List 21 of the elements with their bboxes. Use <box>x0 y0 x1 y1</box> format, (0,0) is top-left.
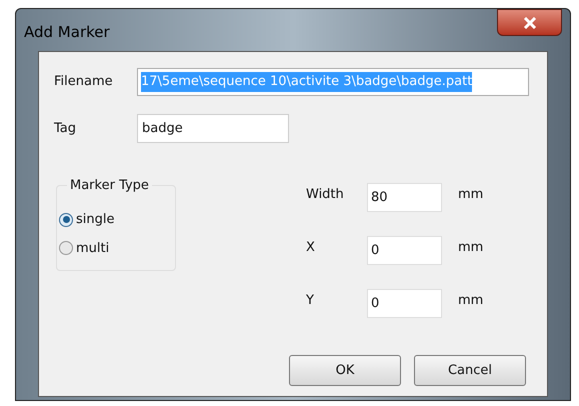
unit-label: mm <box>458 186 484 204</box>
number-field[interactable]: 0 <box>367 289 442 318</box>
number-field[interactable]: 80 <box>367 183 442 212</box>
field-label: Filename <box>54 73 114 92</box>
radio-label: single <box>76 211 114 229</box>
close-icon <box>522 16 536 28</box>
radio-label: multi <box>76 240 110 258</box>
unit-label: mm <box>458 238 484 257</box>
dialog-button[interactable]: Cancel <box>414 355 526 386</box>
close-button[interactable] <box>497 9 562 36</box>
tag-field[interactable]: badge <box>137 114 289 143</box>
dialog-button[interactable]: OK <box>289 355 401 386</box>
field-label: Tag <box>54 120 78 138</box>
number-field[interactable]: 0 <box>367 236 442 265</box>
field-label: X <box>306 238 316 257</box>
window-title: Add Marker <box>24 22 110 43</box>
field-label: Y <box>306 292 315 310</box>
radio-button[interactable] <box>59 212 73 227</box>
field-label: Width <box>306 186 345 204</box>
unit-label: mm <box>458 292 484 310</box>
radio-button[interactable] <box>59 241 73 256</box>
